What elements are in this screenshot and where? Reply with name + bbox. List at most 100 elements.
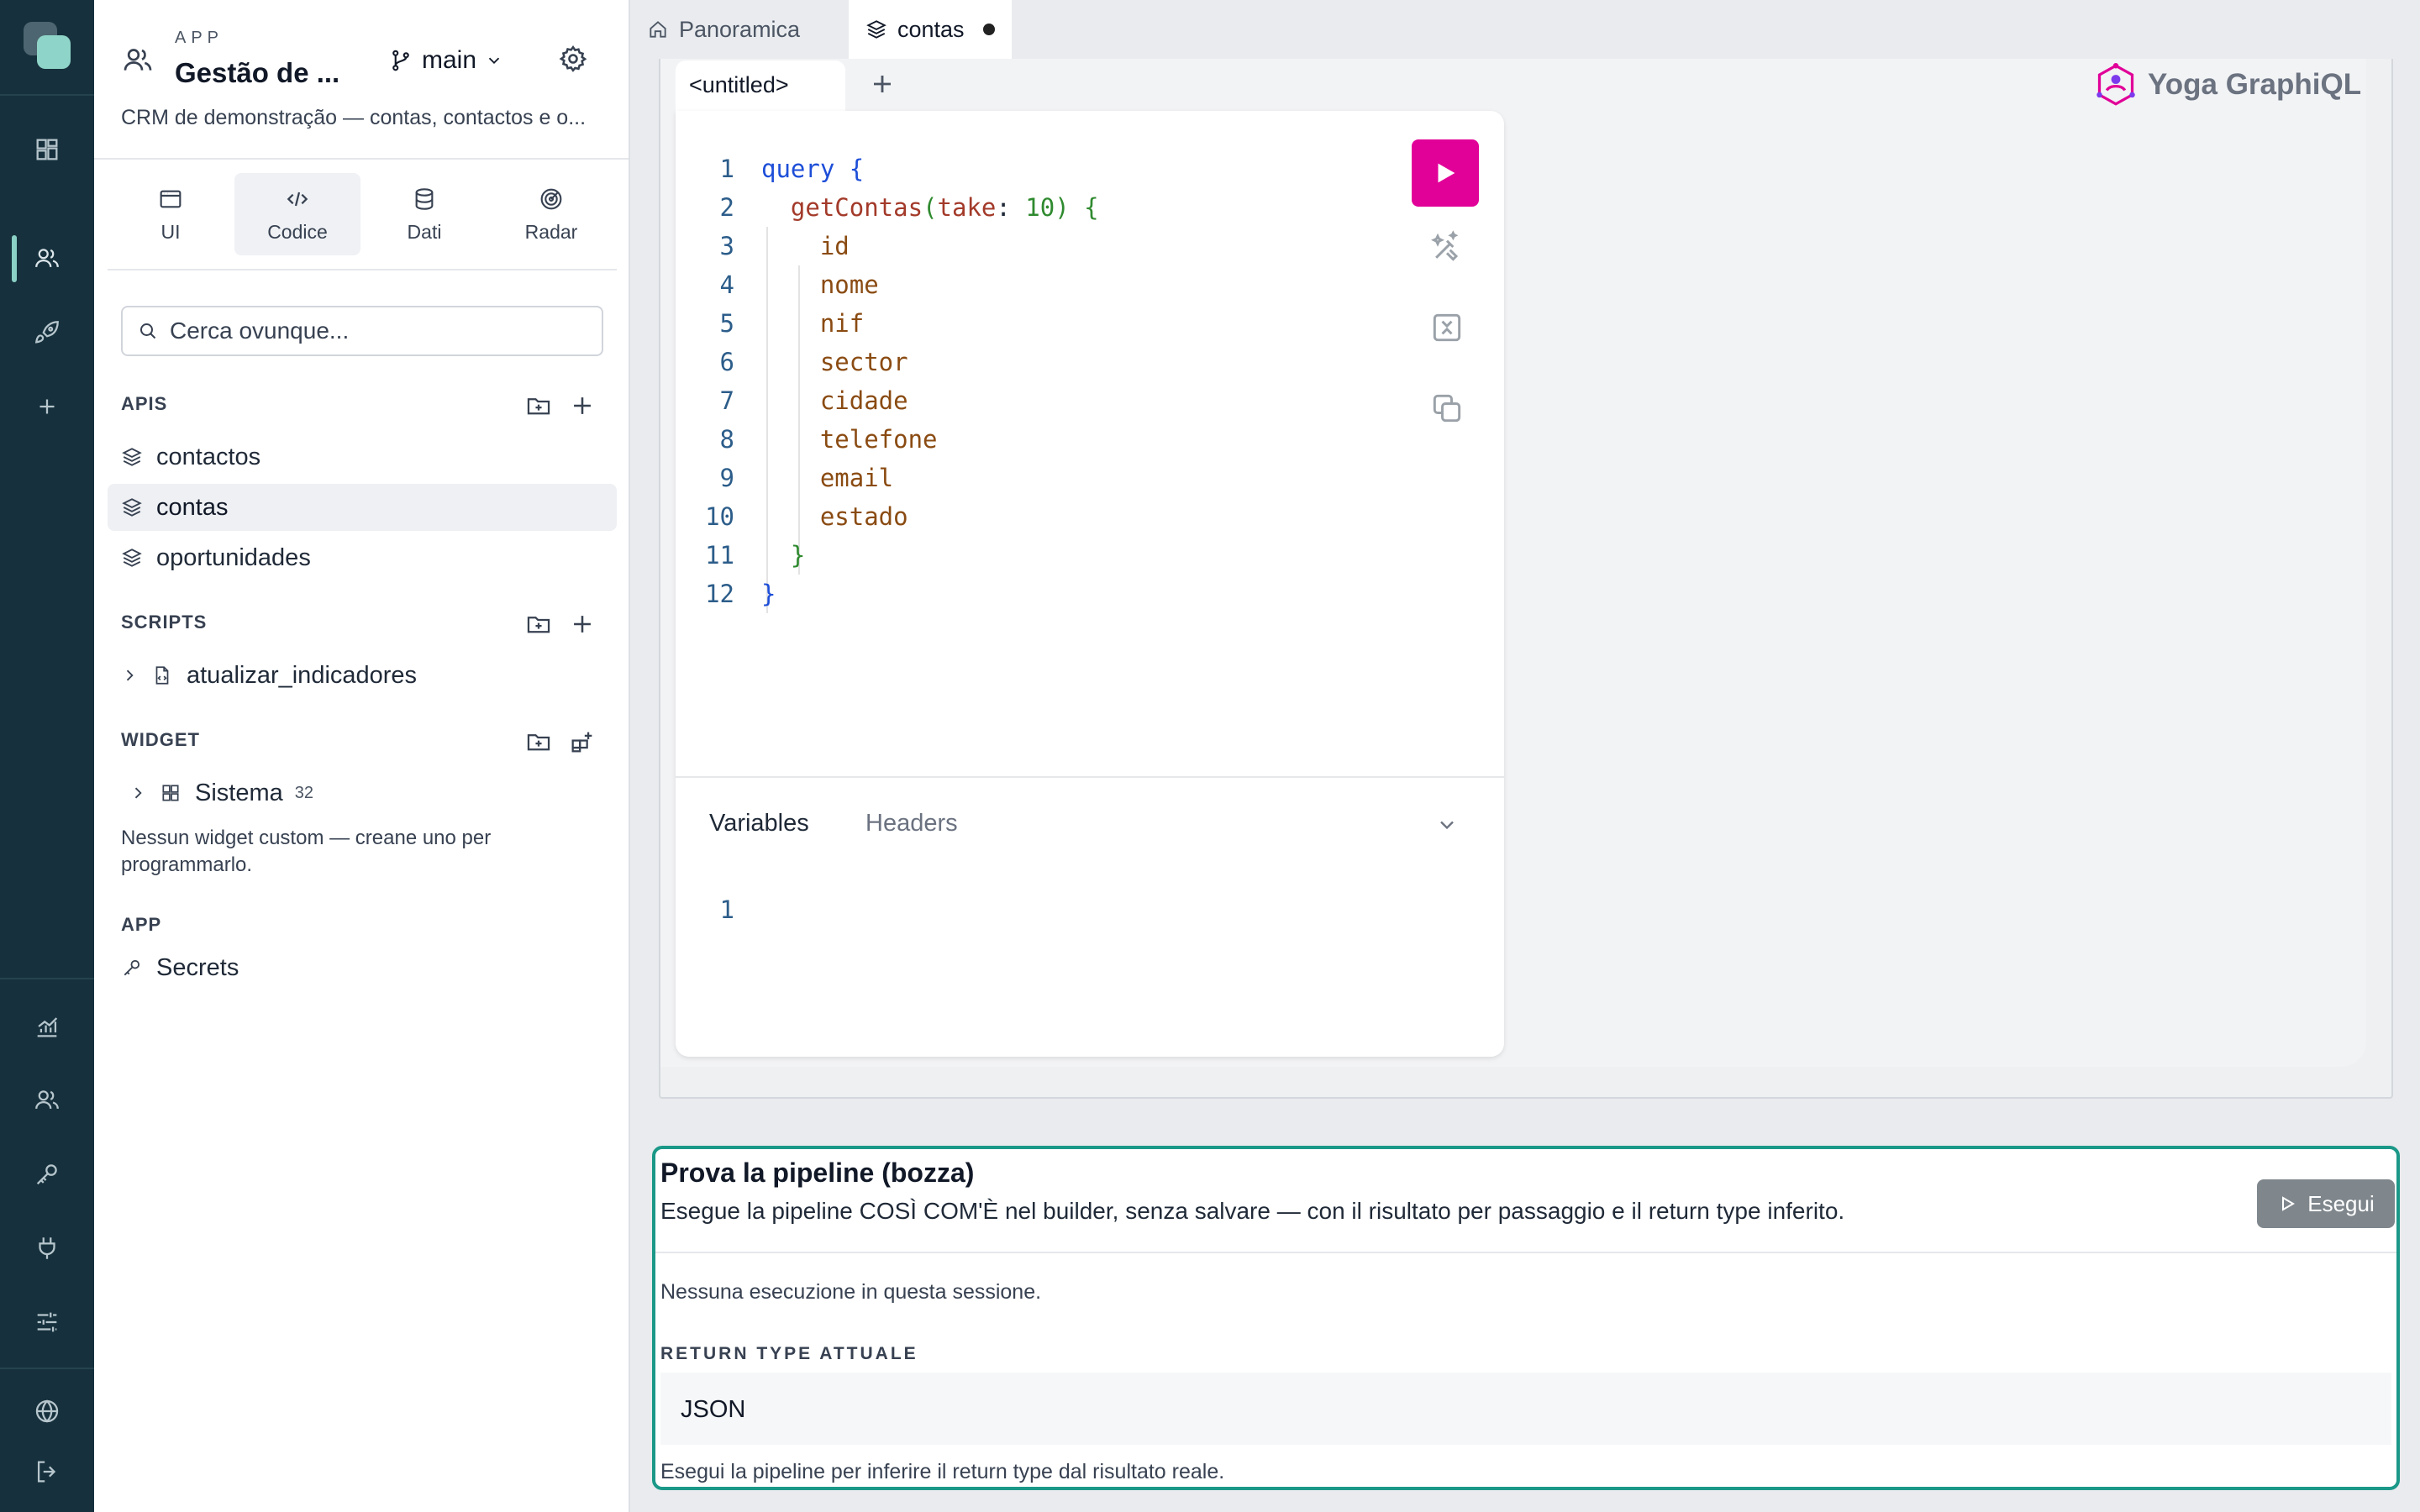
key-icon[interactable] [0, 1149, 94, 1200]
users-icon [121, 44, 155, 77]
line-number: 1 [719, 155, 734, 183]
code-text: sector [819, 348, 908, 376]
run-pipeline-button[interactable]: Esegui [2257, 1179, 2395, 1228]
plus-icon[interactable] [0, 381, 94, 432]
add-widget-icon[interactable] [568, 727, 597, 756]
api-label: contas [156, 493, 229, 521]
api-item-contactos[interactable]: contactos [108, 433, 617, 480]
pipeline-hint: Esegui la pipeline per inferire il retur… [660, 1460, 1225, 1483]
chevron-down-icon[interactable] [1435, 813, 1459, 837]
yoga-logo-icon [2094, 63, 2138, 107]
branch-selector[interactable]: main [388, 44, 503, 77]
rail-divider [0, 978, 94, 979]
document-tabs: Panoramica contas [630, 0, 2420, 59]
run-query-button[interactable] [1412, 139, 1479, 207]
widget-empty-text: Nessun widget custom — creane uno per pr… [121, 827, 492, 876]
home-icon [647, 18, 669, 40]
copy-icon[interactable] [1428, 390, 1465, 427]
plus-icon[interactable] [568, 610, 597, 638]
layers-icon [121, 547, 143, 569]
mode-ui[interactable]: UI [108, 173, 234, 255]
new-folder-icon[interactable] [524, 727, 553, 756]
mode-codice[interactable]: Codice [234, 173, 360, 255]
search-icon [138, 321, 158, 341]
search-input[interactable] [170, 318, 573, 344]
new-folder-icon[interactable] [524, 391, 553, 420]
radar-icon [538, 186, 565, 213]
code-text: query { [761, 155, 865, 183]
rocket-icon[interactable] [0, 307, 94, 358]
pipeline-subtitle: Esegue la pipeline COSÌ COM'È nel builde… [660, 1198, 1845, 1224]
users-icon[interactable] [0, 234, 94, 284]
line-number: 3 [719, 232, 734, 260]
dashboard-icon[interactable] [0, 124, 94, 175]
window-icon [157, 186, 184, 213]
code-text: nif [819, 309, 865, 338]
graphiql-container: <untitled> Yoga GraphiQL 1 query {2 getCo… [659, 59, 2393, 1099]
gear-icon[interactable] [558, 44, 588, 74]
section-title-app: APP [121, 914, 162, 935]
search-box [121, 306, 603, 356]
tab-variables[interactable]: Variables [709, 810, 809, 837]
widget-count-badge: 32 [294, 783, 314, 802]
variables-line-number: 1 [719, 895, 734, 924]
tab-label: contas [897, 16, 965, 42]
play-icon [2277, 1194, 2297, 1214]
query-editor[interactable]: 1 query {2 getContas(take: 10) {3 id 4 nom… [676, 111, 1504, 1057]
globe-icon[interactable] [0, 1386, 94, 1436]
code-text: estado [819, 502, 908, 531]
line-number: 9 [719, 464, 734, 492]
mode-label: Codice [267, 220, 328, 243]
line-number: 5 [719, 309, 734, 338]
brand-label: Yoga GraphiQL [2148, 68, 2362, 101]
layers-icon [121, 496, 143, 518]
code-icon [284, 186, 311, 213]
database-icon [411, 186, 438, 213]
chevron-right-icon[interactable] [129, 785, 146, 801]
logout-icon[interactable] [0, 1446, 94, 1497]
return-type-value: JSON [660, 1373, 2391, 1445]
add-tab-icon[interactable] [865, 67, 899, 101]
line-number: 8 [719, 425, 734, 454]
divider [108, 269, 617, 270]
secrets-label: Secrets [156, 953, 239, 981]
widget-item-sistema[interactable]: Sistema 32 [108, 769, 617, 816]
mode-switcher: UI Codice Dati Radar [108, 173, 615, 257]
logo-icon[interactable] [24, 22, 72, 71]
team-icon[interactable] [0, 1075, 94, 1126]
code-text: email [819, 464, 894, 492]
editor-tab-untitled[interactable]: <untitled> [676, 60, 845, 113]
line-number: 12 [705, 580, 734, 608]
plug-icon[interactable] [0, 1223, 94, 1273]
tab-contas[interactable]: contas [849, 0, 1012, 59]
rail-divider [0, 94, 94, 96]
unsaved-indicator [982, 24, 995, 35]
api-item-oportunidades[interactable]: oportunidades [108, 534, 617, 581]
code-text: } [761, 580, 776, 608]
left-rail [0, 0, 94, 1512]
sliders-icon[interactable] [0, 1297, 94, 1347]
prettify-icon[interactable] [1428, 228, 1465, 265]
mode-dati[interactable]: Dati [361, 173, 487, 255]
graphiql-session: <untitled> Yoga GraphiQL 1 query {2 getCo… [660, 59, 2366, 1067]
app-header: APP Gestão de ... main CRM de demonstraç… [94, 0, 629, 160]
tab-panoramica[interactable]: Panoramica [630, 0, 840, 59]
chevron-right-icon[interactable] [121, 667, 138, 684]
merge-fragments-icon[interactable] [1428, 309, 1465, 346]
app-description: CRM de demonstração — contas, contactos … [121, 106, 587, 129]
play-icon [1431, 159, 1460, 187]
script-item[interactable]: atualizar_indicadores [108, 652, 617, 699]
tab-headers[interactable]: Headers [865, 810, 958, 837]
layers-icon [865, 18, 887, 40]
plus-icon[interactable] [568, 391, 597, 420]
analytics-icon[interactable] [0, 1001, 94, 1052]
api-item-contas[interactable]: contas [108, 484, 617, 531]
pipeline-empty-state: Nessuna esecuzione in questa sessione. [660, 1280, 1042, 1304]
new-folder-icon[interactable] [524, 610, 553, 638]
app-item-secrets[interactable]: Secrets [108, 944, 617, 991]
mode-radar[interactable]: Radar [488, 173, 614, 255]
branch-label: main [422, 46, 477, 74]
widget-label: Sistema [195, 779, 283, 806]
layers-icon [121, 446, 143, 468]
script-file-icon [151, 664, 173, 686]
